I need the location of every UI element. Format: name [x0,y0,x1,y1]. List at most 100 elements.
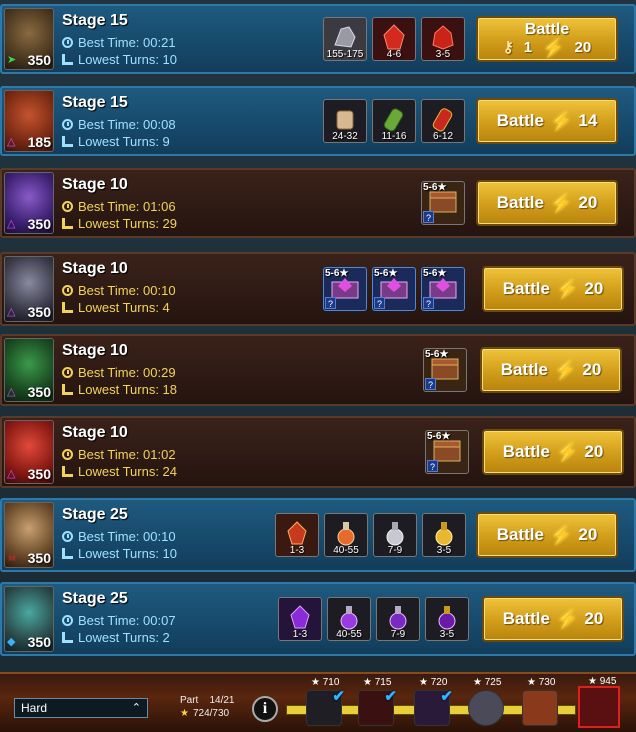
battle-button[interactable]: Battle ⚡ 14 [476,98,618,144]
energy-icon: ⚡ [555,441,579,462]
stage-row[interactable]: ➤ 350 Stage 15 Best Time: 00:21 Lowest T… [0,4,636,74]
reward-item[interactable]: 5-6★? [372,267,416,311]
stage-row[interactable]: △ 185 Stage 15 Best Time: 00:08 Lowest T… [0,86,636,156]
lowest-turns: Lowest Turns: 4 [78,300,170,315]
lowest-turns: Lowest Turns: 24 [78,464,177,479]
chevron-up-icon: ⌃ [131,702,141,714]
stage-row[interactable]: △ 350 Stage 10 Best Time: 01:06 Lowest T… [0,168,636,238]
reward-item[interactable]: 155-175 [323,17,367,61]
boss-level: 350 [27,384,51,400]
reward-list: 5-6★? [425,430,469,474]
reward-list: 5-6★? [421,181,465,225]
difficulty-select[interactable]: Hard ⌃ [14,698,148,718]
turns-icon [62,632,73,643]
boss-portrait: ◆ 350 [4,586,54,652]
boss-level: 350 [27,634,51,650]
boss-level: 350 [27,52,51,68]
rank-icon: △ [7,306,16,318]
stage-row[interactable]: △ 350 Stage 10 Best Time: 01:02 Lowest T… [0,416,636,488]
best-time: Best Time: 01:02 [78,447,176,462]
stage-title: Stage 15 [62,12,128,29]
clock-icon [62,285,73,296]
milestone-chest[interactable]: ★ 725 [468,677,504,726]
battle-button[interactable]: Battle ⚡ 20 [482,266,624,312]
reward-list: 155-175 4-6 3-5 [323,17,465,61]
fire-shard-icon [287,521,307,545]
energy-icon: ⚡ [553,359,577,380]
reward-item[interactable]: 5-6★? [423,348,467,392]
best-time: Best Time: 01:06 [78,199,176,214]
clock-icon [62,615,73,626]
reward-item[interactable]: 3-5 [422,513,466,557]
lowest-turns: Lowest Turns: 2 [78,630,170,645]
milestone-chest[interactable]: ★ 730 [522,677,558,726]
rank-icon: ◆ [7,636,16,648]
reward-item[interactable]: 40-55 [324,513,368,557]
reward-item[interactable]: 4-6 [372,17,416,61]
reward-list: 1-3 40-55 7-9 3-5 [275,513,466,557]
best-time: Best Time: 00:10 [78,529,176,544]
reward-item[interactable]: 7-9 [373,513,417,557]
stage-title: Stage 10 [62,424,128,441]
silver-potion-icon [386,521,404,546]
boss-portrait: △ 350 [4,172,54,234]
final-reward-champion[interactable]: ★ 945 [578,676,620,728]
reward-item[interactable]: 40-55 [327,597,371,641]
scroll-icon [336,110,354,130]
battle-button[interactable]: Battle ⚡ 20 [482,596,624,642]
reward-item[interactable]: 5-6★? [323,267,367,311]
clock-icon [62,531,73,542]
reward-item[interactable]: 11-16 [372,99,416,143]
reward-item[interactable]: 5-6★? [421,267,465,311]
stage-row[interactable]: △ 350 Stage 10 Best Time: 00:29 Lowest T… [0,334,636,406]
stage-title: Stage 25 [62,590,128,607]
reward-item[interactable]: 7-9 [376,597,420,641]
battle-button[interactable]: Battle ⚡ 20 [480,347,622,393]
lowest-turns: Lowest Turns: 10 [78,546,177,561]
battle-button[interactable]: Battle ⚡ 20 [482,429,624,475]
violet-potion-icon [340,605,358,630]
violet-potion-icon [438,605,456,630]
gold-potion-icon [435,521,453,546]
reward-item[interactable]: 5-6★? [425,430,469,474]
reward-item[interactable]: 5-6★? [421,181,465,225]
best-time: Best Time: 00:21 [78,35,176,50]
reward-item[interactable]: 1-3 [275,513,319,557]
best-time: Best Time: 00:07 [78,613,176,628]
check-icon: ✔ [440,688,453,705]
check-icon: ✔ [384,688,397,705]
battle-button[interactable]: Battle ⚡ 20 [476,180,618,226]
energy-icon: ⚡ [542,38,565,58]
reward-item[interactable]: 6-12 [421,99,465,143]
reward-item[interactable]: 1-3 [278,597,322,641]
clock-icon [62,449,73,460]
battle-button[interactable]: Battle ⚷ 1 ⚡ 20 [476,16,618,62]
lowest-turns: Lowest Turns: 29 [78,216,177,231]
void-shard-icon [290,605,310,629]
lowest-turns: Lowest Turns: 10 [78,52,177,67]
milestone-chest[interactable]: ★ 720 ✔ [414,677,453,726]
red-scroll-icon [432,108,453,132]
stage-title: Stage 25 [62,506,128,523]
battle-button[interactable]: Battle ⚡ 20 [476,512,618,558]
boss-level: 350 [27,466,51,482]
reward-item[interactable]: 24-32 [323,99,367,143]
milestone-chest[interactable]: ★ 715 ✔ [358,677,397,726]
stage-row[interactable]: △ 350 Stage 10 Best Time: 00:10 Lowest T… [0,252,636,326]
part-progress: Part 14/21 ★ 724/730 [180,695,235,719]
boss-portrait: ➤ 350 [4,8,54,70]
reward-item[interactable]: 3-5 [421,17,465,61]
milestone-chest[interactable]: ★ 710 ✔ [306,677,345,726]
reward-item[interactable]: 3-5 [425,597,469,641]
clock-icon [62,201,73,212]
bottom-bar: Hard ⌃ Part 14/21 ★ 724/730 i ★ 710 ✔ ★ 71… [0,672,636,732]
clock-icon [62,119,73,130]
reward-list: 24-32 11-16 6-12 [323,99,465,143]
energy-icon: ⚡ [549,524,573,545]
best-time: Best Time: 00:10 [78,283,176,298]
rank-icon: △ [7,386,16,398]
stage-row[interactable]: ☠ 350 Stage 25 Best Time: 00:10 Lowest T… [0,498,636,572]
turns-icon [62,548,73,559]
info-button[interactable]: i [252,696,278,722]
stage-row[interactable]: ◆ 350 Stage 25 Best Time: 00:07 Lowest T… [0,582,636,656]
